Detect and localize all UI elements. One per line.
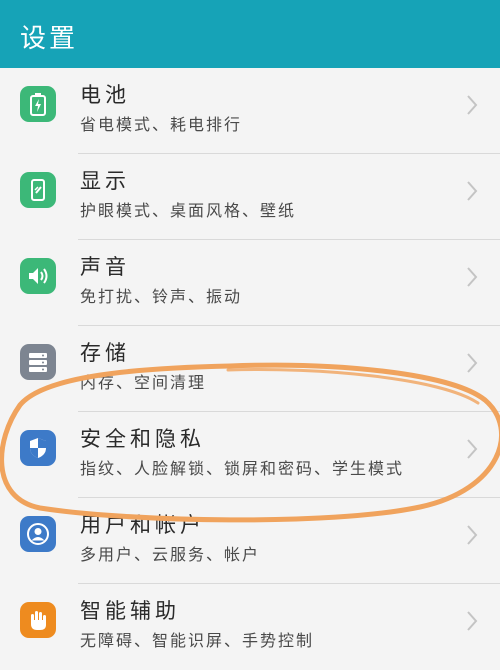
settings-item-display[interactable]: 显示 护眼模式、桌面风格、壁纸 <box>0 154 500 240</box>
hand-icon <box>20 602 56 638</box>
chevron-right-icon <box>467 181 478 201</box>
settings-item-subtitle: 护眼模式、桌面风格、壁纸 <box>80 201 297 220</box>
settings-item-title: 存储 <box>80 341 130 365</box>
chevron-right-icon <box>467 95 478 115</box>
settings-item-title: 声音 <box>80 255 130 279</box>
settings-item-subtitle: 多用户、云服务、帐户 <box>80 545 261 564</box>
settings-item-subtitle: 无障碍、智能识屏、手势控制 <box>80 631 315 650</box>
settings-item-storage[interactable]: 存储 内存、空间清理 <box>0 326 500 412</box>
settings-item-subtitle: 指纹、人脸解锁、锁屏和密码、学生模式 <box>80 459 405 478</box>
settings-item-subtitle: 免打扰、铃声、振动 <box>80 287 243 306</box>
settings-item-title: 显示 <box>80 169 130 193</box>
sound-icon <box>20 258 56 294</box>
settings-item-sound[interactable]: 声音 免打扰、铃声、振动 <box>0 240 500 326</box>
chevron-right-icon <box>467 439 478 459</box>
chevron-right-icon <box>467 611 478 631</box>
settings-item-subtitle: 省电模式、耗电排行 <box>80 115 243 134</box>
shield-icon <box>20 430 56 466</box>
settings-item-subtitle: 内存、空间清理 <box>80 373 207 392</box>
chevron-right-icon <box>467 353 478 373</box>
settings-item-users-accounts[interactable]: 用户和帐户 多用户、云服务、帐户 <box>0 498 500 584</box>
page-title: 设置 <box>20 24 79 54</box>
chevron-right-icon <box>467 525 478 545</box>
app-header: 设置 <box>0 0 500 68</box>
settings-item-security-privacy[interactable]: 安全和隐私 指纹、人脸解锁、锁屏和密码、学生模式 <box>0 412 500 498</box>
chevron-right-icon <box>467 267 478 287</box>
settings-item-title: 用户和帐户 <box>80 513 205 537</box>
settings-item-title: 智能辅助 <box>80 599 180 623</box>
settings-item-title: 电池 <box>80 83 130 107</box>
settings-item-title: 安全和隐私 <box>80 427 205 451</box>
display-icon <box>20 172 56 208</box>
storage-icon <box>20 344 56 380</box>
user-icon <box>20 516 56 552</box>
settings-item-smart-assist[interactable]: 智能辅助 无障碍、智能识屏、手势控制 <box>0 584 500 670</box>
settings-item-battery[interactable]: 电池 省电模式、耗电排行 <box>0 68 500 154</box>
settings-list: 电池 省电模式、耗电排行 显示 护眼模式、桌面风格、壁纸 声音 免打扰、铃声、振… <box>0 68 500 650</box>
battery-icon <box>20 86 56 122</box>
